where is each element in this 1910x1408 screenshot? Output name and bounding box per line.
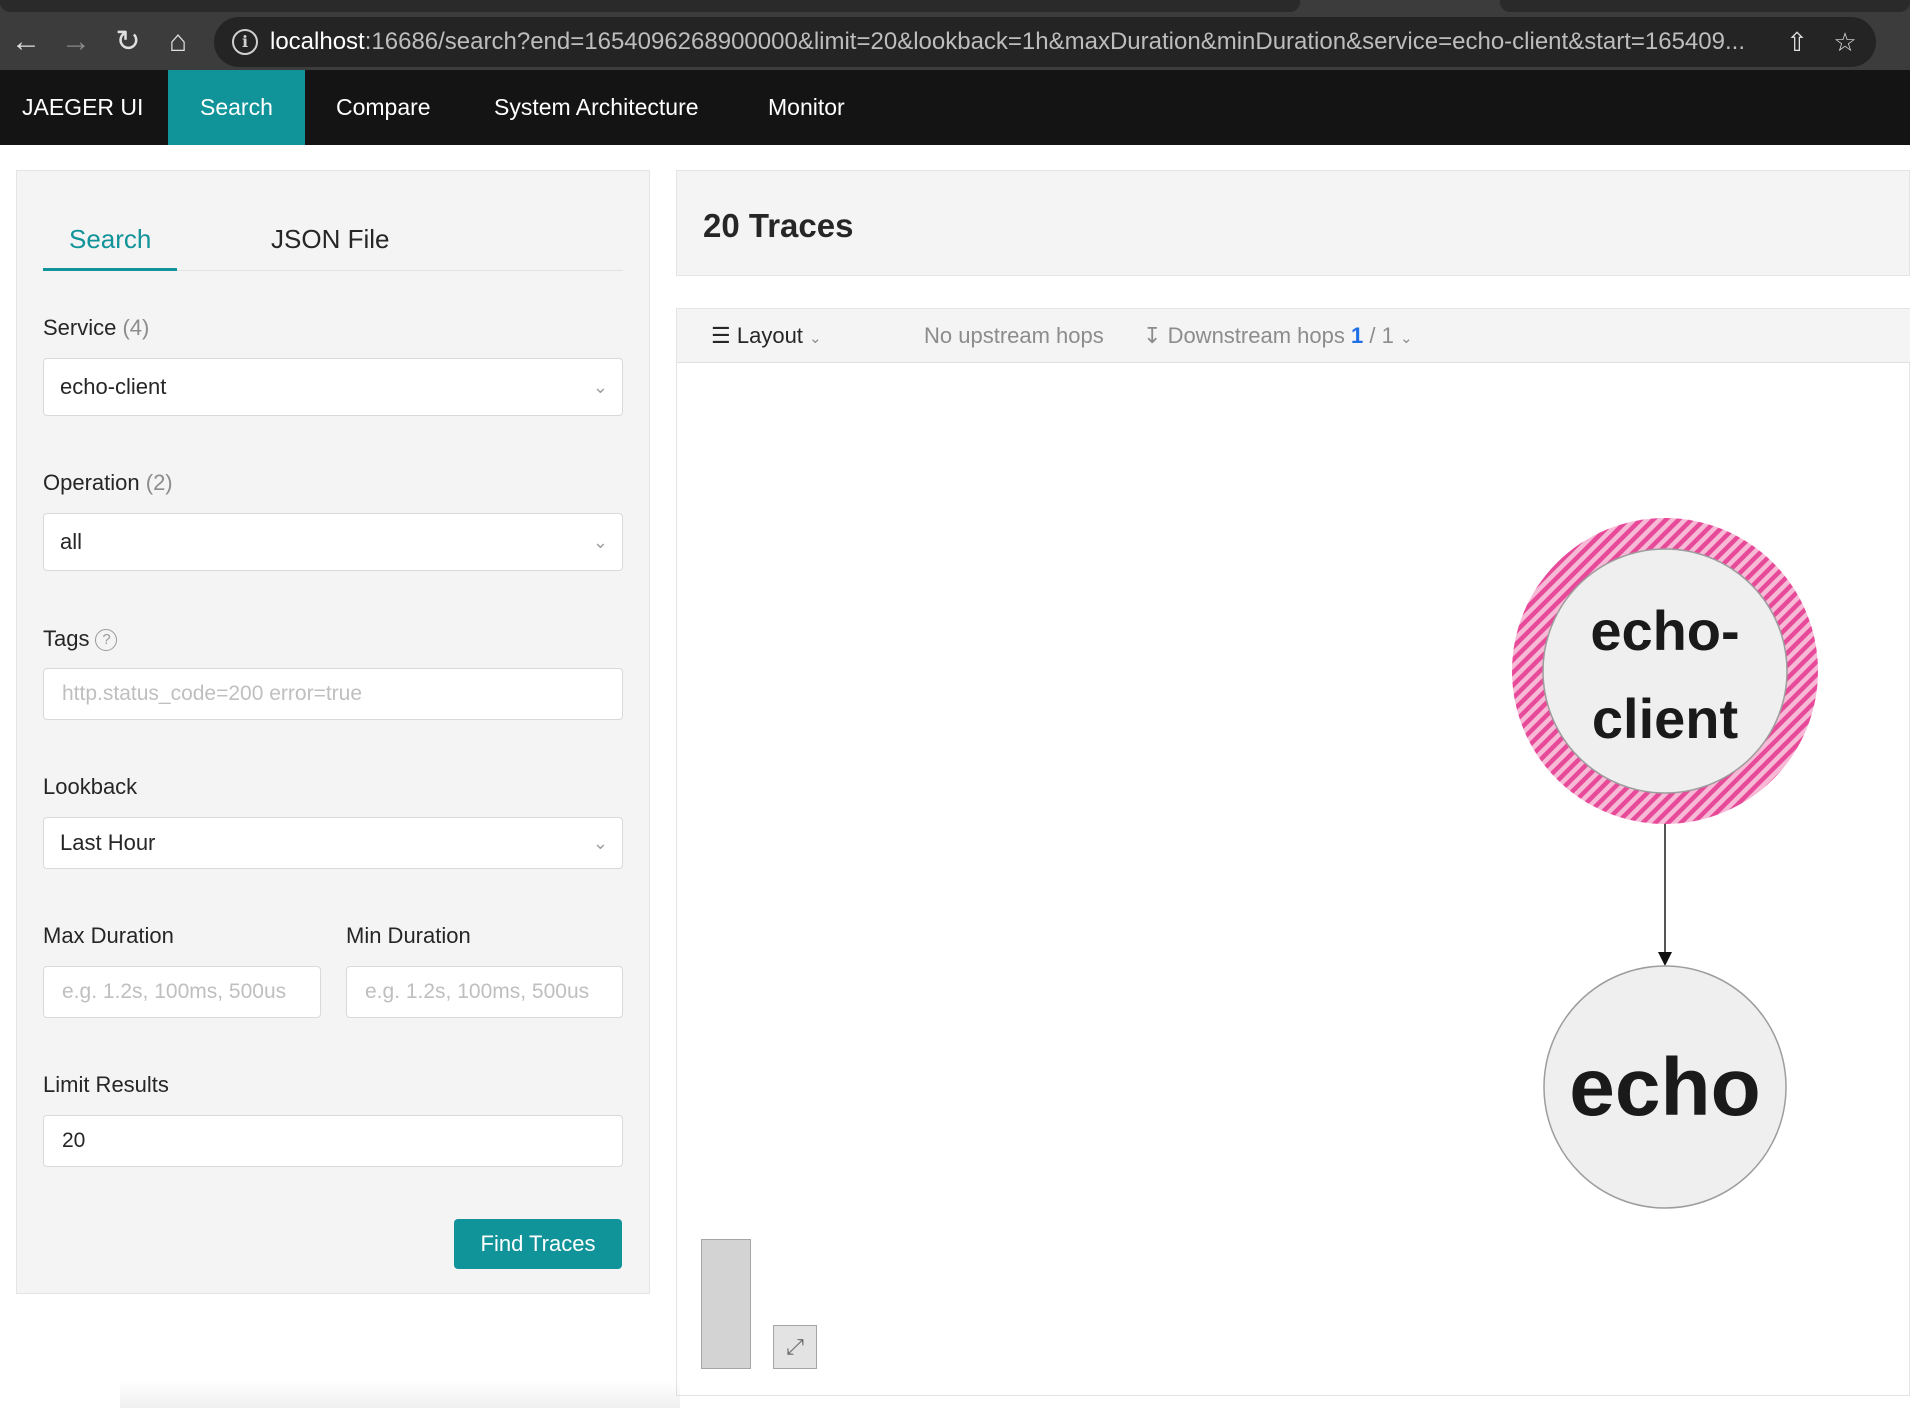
limit-results-label: Limit Results [43, 1072, 169, 1097]
nav-item-monitor[interactable]: Monitor [736, 70, 877, 145]
bookmark-star-icon[interactable]: ☆ [1830, 27, 1860, 57]
nav-item-search[interactable]: Search [168, 70, 305, 145]
search-form-panel: Search JSON File Service (4) echo-client… [16, 170, 650, 1294]
brand-logo[interactable]: JAEGER UI [0, 70, 165, 145]
expand-fit-icon[interactable]: ⤢ [773, 1325, 817, 1369]
node-label: client [1592, 687, 1738, 750]
service-label: Service (4) [43, 315, 150, 340]
node-circle [1542, 548, 1788, 794]
node-label: echo [1569, 1042, 1760, 1133]
tab-search[interactable]: Search [43, 219, 178, 271]
top-navigation: JAEGER UI Search Compare System Architec… [0, 70, 1910, 145]
service-select[interactable]: echo-client ⌄ [43, 358, 623, 416]
node-label: echo- [1590, 599, 1739, 662]
home-icon[interactable]: ⌂ [158, 22, 198, 62]
results-count-title: 20 Traces [703, 207, 854, 244]
site-info-icon[interactable]: i [232, 29, 258, 55]
find-traces-button[interactable]: Find Traces [454, 1219, 622, 1269]
tab-strip [0, 0, 1300, 12]
operation-select[interactable]: all ⌄ [43, 513, 623, 571]
trace-graph-panel: ☰ Layout ⌄ No upstream hops ↧ Downstream… [676, 308, 1910, 1396]
nav-item-system-architecture[interactable]: System Architecture [462, 70, 731, 145]
chevron-down-icon: ⌄ [592, 833, 608, 853]
back-arrow-icon[interactable]: ← [6, 22, 46, 62]
max-duration-input[interactable]: e.g. 1.2s, 100ms, 500us [43, 966, 321, 1018]
limit-results-input[interactable]: 20 [43, 1115, 623, 1167]
search-tabs: Search JSON File [43, 219, 623, 271]
graph-minimap[interactable] [701, 1239, 751, 1369]
tags-label: Tags? [43, 626, 118, 652]
chevron-down-icon: ⌄ [592, 532, 608, 552]
lookback-select[interactable]: Last Hour ⌄ [43, 817, 623, 869]
min-duration-label: Min Duration [346, 923, 471, 948]
chevron-down-icon: ⌄ [592, 377, 608, 397]
min-duration-input[interactable]: e.g. 1.2s, 100ms, 500us [346, 966, 623, 1018]
max-duration-label: Max Duration [43, 923, 174, 948]
address-bar[interactable]: i localhost:16686/search?end=16540962689… [214, 17, 1876, 67]
graph-node-echo-client[interactable]: echo- client [1512, 518, 1818, 824]
results-header: 20 Traces [676, 170, 1910, 276]
graph-node-echo[interactable]: echo [1543, 965, 1787, 1209]
share-icon[interactable]: ⇧ [1782, 27, 1812, 57]
tab-strip-right [1500, 0, 1910, 12]
forward-arrow-icon[interactable]: → [56, 22, 96, 62]
url-text[interactable]: localhost:16686/search?end=1654096268900… [270, 27, 1770, 57]
reload-icon[interactable]: ↻ [108, 22, 148, 62]
tab-json-file[interactable]: JSON File [271, 219, 389, 269]
service-graph: echo- client echo [1512, 518, 1818, 1209]
nav-item-compare[interactable]: Compare [304, 70, 463, 145]
bottom-shadow [120, 1380, 680, 1408]
tags-input[interactable]: http.status_code=200 error=true [43, 668, 623, 720]
operation-label: Operation (2) [43, 470, 173, 495]
lookback-label: Lookback [43, 774, 138, 799]
help-icon[interactable]: ? [95, 629, 118, 652]
